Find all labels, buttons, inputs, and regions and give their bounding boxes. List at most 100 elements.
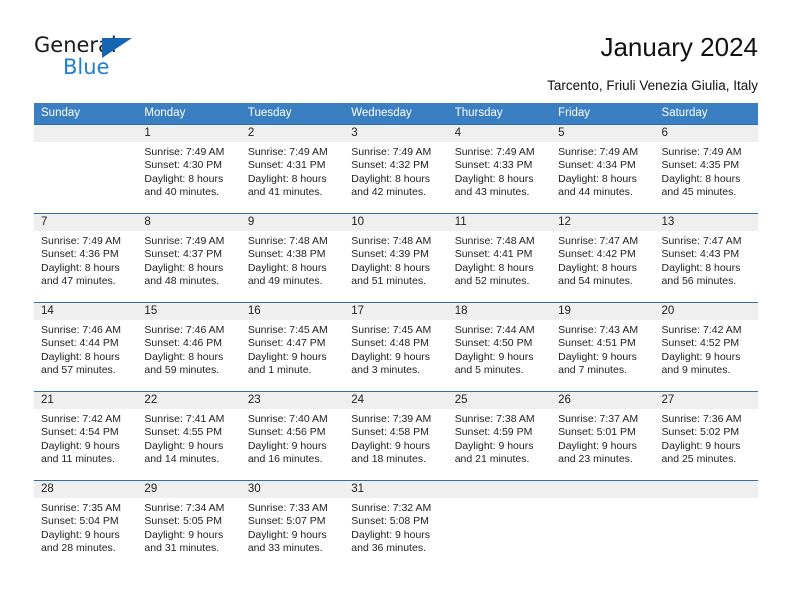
day-cell[interactable]: 22 Sunrise: 7:41 AM Sunset: 4:55 PM Dayl… [137,392,241,480]
daylight-text-line2: and 56 minutes. [661,275,737,288]
sunrise-text: Sunrise: 7:42 AM [661,324,742,336]
daylight-text-line1: Daylight: 8 hours [144,261,224,274]
sunrise-text: Sunrise: 7:46 AM [144,324,225,336]
day-cell[interactable] [654,481,758,569]
day-number: 22 [137,392,241,409]
day-info: Sunrise: 7:48 AM Sunset: 4:39 PM Dayligh… [344,231,447,289]
day-number: 9 [240,214,345,231]
day-number: 5 [551,125,655,142]
day-cell[interactable]: 13 Sunrise: 7:47 AM Sunset: 4:43 PM Dayl… [654,214,758,302]
day-info: Sunrise: 7:47 AM Sunset: 4:42 PM Dayligh… [551,231,654,289]
daylight-text-line1: Daylight: 8 hours [351,172,431,185]
weekday-header-monday: Monday [144,107,186,119]
week-row: 7 Sunrise: 7:49 AM Sunset: 4:36 PM Dayli… [34,213,758,302]
day-info: Sunrise: 7:49 AM Sunset: 4:36 PM Dayligh… [34,231,137,289]
day-cell[interactable]: 23 Sunrise: 7:40 AM Sunset: 4:56 PM Dayl… [240,392,345,480]
day-cell[interactable]: 17 Sunrise: 7:45 AM Sunset: 4:48 PM Dayl… [344,303,448,391]
daylight-text-line1: Daylight: 9 hours [351,439,431,452]
week-row: 28 Sunrise: 7:35 AM Sunset: 5:04 PM Dayl… [34,480,758,569]
day-cell[interactable]: 10 Sunrise: 7:48 AM Sunset: 4:39 PM Dayl… [344,214,448,302]
daylight-text-line1: Daylight: 9 hours [558,350,637,363]
page-title: January 2024 [600,32,758,62]
day-info: Sunrise: 7:43 AM Sunset: 4:51 PM Dayligh… [551,320,654,378]
day-number [447,481,552,498]
day-cell[interactable] [34,125,138,213]
weekday-header-thursday: Thursday [454,107,503,119]
daylight-text-line2: and 16 minutes. [247,453,323,466]
day-cell[interactable]: 19 Sunrise: 7:43 AM Sunset: 4:51 PM Dayl… [551,303,655,391]
sunrise-text: Sunrise: 7:32 AM [351,502,432,514]
day-cell[interactable]: 4 Sunrise: 7:49 AM Sunset: 4:33 PM Dayli… [447,125,552,213]
day-cell[interactable]: 25 Sunrise: 7:38 AM Sunset: 4:59 PM Dayl… [447,392,552,480]
sunrise-text: Sunrise: 7:33 AM [247,502,328,514]
day-cell[interactable]: 29 Sunrise: 7:34 AM Sunset: 5:05 PM Dayl… [137,481,241,569]
day-info: Sunrise: 7:49 AM Sunset: 4:35 PM Dayligh… [655,142,758,200]
day-info: Sunrise: 7:39 AM Sunset: 4:58 PM Dayligh… [344,409,447,467]
day-info [551,498,654,502]
day-cell[interactable]: 24 Sunrise: 7:39 AM Sunset: 4:58 PM Dayl… [344,392,448,480]
daylight-text-line1: Daylight: 9 hours [351,350,431,363]
day-number: 21 [34,392,138,409]
day-cell[interactable]: 14 Sunrise: 7:46 AM Sunset: 4:44 PM Dayl… [34,303,138,391]
sunset-text: Sunset: 5:08 PM [351,515,429,528]
sunrise-text: Sunrise: 7:36 AM [661,413,742,425]
day-number: 15 [137,303,241,320]
daylight-text-line2: and 9 minutes. [661,364,731,377]
daylight-text-line1: Daylight: 8 hours [247,261,327,274]
day-cell[interactable]: 3 Sunrise: 7:49 AM Sunset: 4:32 PM Dayli… [344,125,448,213]
day-cell[interactable]: 21 Sunrise: 7:42 AM Sunset: 4:54 PM Dayl… [34,392,138,480]
sunrise-text: Sunrise: 7:49 AM [247,146,328,158]
day-cell[interactable]: 20 Sunrise: 7:42 AM Sunset: 4:52 PM Dayl… [654,303,758,391]
day-number: 13 [654,214,758,231]
day-cell[interactable] [447,481,552,569]
day-cell[interactable]: 9 Sunrise: 7:48 AM Sunset: 4:38 PM Dayli… [240,214,345,302]
sunset-text: Sunset: 4:48 PM [351,337,429,350]
day-cell[interactable]: 8 Sunrise: 7:49 AM Sunset: 4:37 PM Dayli… [137,214,241,302]
daylight-text-line2: and 1 minute. [247,364,312,377]
day-cell[interactable]: 15 Sunrise: 7:46 AM Sunset: 4:46 PM Dayl… [137,303,241,391]
daylight-text-line2: and 42 minutes. [351,186,426,199]
day-cell[interactable]: 11 Sunrise: 7:48 AM Sunset: 4:41 PM Dayl… [447,214,552,302]
day-cell[interactable]: 30 Sunrise: 7:33 AM Sunset: 5:07 PM Dayl… [240,481,345,569]
day-info: Sunrise: 7:42 AM Sunset: 4:54 PM Dayligh… [34,409,137,467]
daylight-text-line1: Daylight: 8 hours [661,261,741,274]
daylight-text-line1: Daylight: 9 hours [41,528,120,541]
day-info: Sunrise: 7:36 AM Sunset: 5:02 PM Dayligh… [655,409,758,467]
day-cell[interactable]: 5 Sunrise: 7:49 AM Sunset: 4:34 PM Dayli… [551,125,655,213]
daylight-text-line1: Daylight: 8 hours [661,172,741,185]
day-number: 20 [654,303,758,320]
day-info: Sunrise: 7:33 AM Sunset: 5:07 PM Dayligh… [241,498,344,556]
day-info: Sunrise: 7:49 AM Sunset: 4:30 PM Dayligh… [137,142,240,200]
day-cell[interactable]: 2 Sunrise: 7:49 AM Sunset: 4:31 PM Dayli… [240,125,345,213]
sunrise-text: Sunrise: 7:49 AM [144,235,225,247]
day-info [34,142,137,146]
daylight-text-line2: and 52 minutes. [454,275,530,288]
sunset-text: Sunset: 4:43 PM [661,248,740,261]
day-info: Sunrise: 7:42 AM Sunset: 4:52 PM Dayligh… [655,320,758,378]
day-cell[interactable]: 12 Sunrise: 7:47 AM Sunset: 4:42 PM Dayl… [551,214,655,302]
daylight-text-line1: Daylight: 9 hours [247,528,327,541]
sunset-text: Sunset: 4:50 PM [454,337,533,350]
day-cell[interactable]: 7 Sunrise: 7:49 AM Sunset: 4:36 PM Dayli… [34,214,138,302]
daylight-text-line2: and 11 minutes. [41,453,115,466]
day-number: 28 [34,481,138,498]
daylight-text-line2: and 51 minutes. [351,275,426,288]
day-cell[interactable] [551,481,655,569]
day-cell[interactable]: 28 Sunrise: 7:35 AM Sunset: 5:04 PM Dayl… [34,481,138,569]
day-cell[interactable]: 27 Sunrise: 7:36 AM Sunset: 5:02 PM Dayl… [654,392,758,480]
day-cell[interactable]: 16 Sunrise: 7:45 AM Sunset: 4:47 PM Dayl… [240,303,345,391]
day-cell[interactable]: 31 Sunrise: 7:32 AM Sunset: 5:08 PM Dayl… [344,481,448,569]
daylight-text-line2: and 47 minutes. [41,275,116,288]
day-cell[interactable]: 6 Sunrise: 7:49 AM Sunset: 4:35 PM Dayli… [654,125,758,213]
day-cell[interactable]: 26 Sunrise: 7:37 AM Sunset: 5:01 PM Dayl… [551,392,655,480]
general-blue-logo[interactable]: General Blue [34,33,174,85]
calendar-page: General Blue January 2024 Tarcento, Friu… [0,0,792,612]
day-number: 17 [344,303,448,320]
daylight-text-line1: Daylight: 9 hours [454,350,534,363]
sunset-text: Sunset: 4:56 PM [247,426,326,439]
day-cell[interactable]: 1 Sunrise: 7:49 AM Sunset: 4:30 PM Dayli… [137,125,241,213]
day-number: 7 [34,214,138,231]
sunset-text: Sunset: 4:44 PM [41,337,119,350]
day-cell[interactable]: 18 Sunrise: 7:44 AM Sunset: 4:50 PM Dayl… [447,303,552,391]
day-info: Sunrise: 7:49 AM Sunset: 4:32 PM Dayligh… [344,142,447,200]
